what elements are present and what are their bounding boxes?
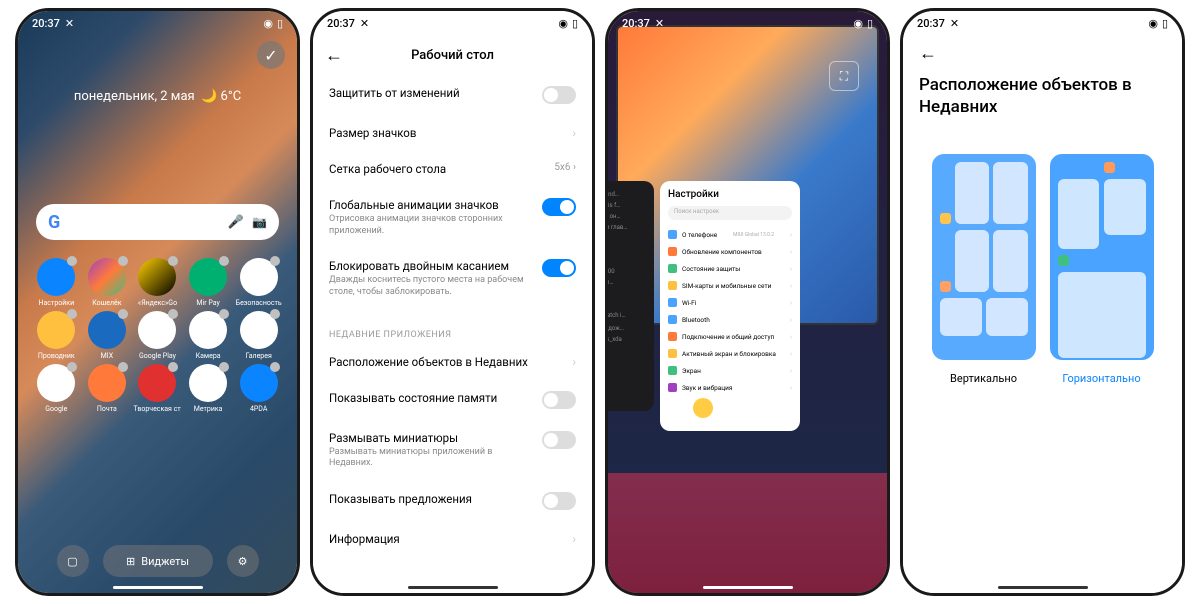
phone-home: 20:37 ✕ ◉ ▯ ✓ понедельник, 2 мая 🌙 6°C G 🎤…: [15, 8, 300, 596]
setting-Защитить от изменений[interactable]: Защитить от изменений: [329, 75, 576, 115]
settings-row[interactable]: Активный экран и блокировка›: [668, 345, 792, 362]
status-time: 20:37: [917, 17, 945, 30]
phone-recents-layout: 20:37 ✕ ◉ ▯ ← Расположение объектов в Неда…: [900, 8, 1185, 596]
status-time: 20:37: [622, 17, 650, 30]
layout-options: Вертикально Горизонтально: [903, 126, 1182, 413]
dock: ▢ ⊞Виджеты ⚙: [18, 545, 297, 577]
option-vertical[interactable]: Вертикально: [932, 154, 1036, 385]
dnd-icon: ✕: [360, 17, 369, 30]
settings-button[interactable]: ⚙: [227, 545, 259, 577]
app-Настройки[interactable]: Настройки: [32, 258, 81, 307]
settings-row[interactable]: Обновление компонентов›: [668, 243, 792, 260]
setting-Информация[interactable]: Информация›: [329, 521, 576, 557]
expand-button[interactable]: ⛶: [829, 61, 859, 91]
settings-row[interactable]: Состояние защиты›: [668, 260, 792, 277]
signal-icon: ▯: [1162, 17, 1168, 30]
signal-icon: ▯: [867, 17, 873, 30]
google-logo: G: [48, 212, 60, 233]
lens-icon[interactable]: 📷: [252, 215, 267, 229]
option-label: Горизонтально: [1062, 372, 1140, 385]
option-label: Вертикально: [950, 372, 1017, 385]
section-header: НЕДАВНИЕ ПРИЛОЖЕНИЯ: [329, 322, 576, 344]
phone-recents: 20:37 ✕ ◉ ▯ ⛶ MIUI Mockup/Sound…aremations…: [605, 8, 890, 596]
signal-icon: ▯: [277, 17, 283, 30]
mic-icon[interactable]: 🎤: [228, 215, 244, 230]
status-bar: 20:37 ✕ ◉ ▯: [18, 11, 297, 35]
settings-row[interactable]: Подключение и общий доступ›: [668, 328, 792, 345]
status-bar: 20:37 ✕ ◉ ▯: [313, 11, 592, 35]
option-horizontal[interactable]: Горизонтально: [1050, 154, 1154, 385]
page-title: Расположение объектов в Недавних: [919, 74, 1166, 118]
app-Почта[interactable]: Почта: [83, 364, 132, 413]
settings-row[interactable]: О телефонеMIUI Global 13.0.2›: [668, 226, 792, 243]
settings-row[interactable]: SIM-карты и мобильные сети›: [668, 277, 792, 294]
dnd-icon: ✕: [65, 17, 74, 30]
app-Mir Pay[interactable]: Mir Pay: [184, 258, 233, 307]
app-Кошелёк[interactable]: Кошелёк: [83, 258, 132, 307]
camera-icon: ◉: [853, 17, 863, 30]
setting-Размывать миниатюры[interactable]: Размывать миниатюрыРазмывать миниатюры п…: [329, 420, 576, 481]
card-search: Поиск настроек: [668, 206, 792, 220]
app-Камера[interactable]: Камера: [184, 311, 233, 360]
settings-row[interactable]: Звук и вибрация›: [668, 379, 792, 396]
card-title: Настройки: [668, 189, 792, 200]
nav-indicator[interactable]: [703, 586, 793, 589]
settings-row[interactable]: Bluetooth›: [668, 311, 792, 328]
page-title: Рабочий стол: [325, 48, 580, 63]
phone-settings: 20:37✕ ◉▯ ← Рабочий стол Защитить от изм…: [310, 8, 595, 596]
camera-icon: ◉: [558, 17, 568, 30]
app-grid: НастройкиКошелёк«Яндекс»GoMir PayБезопас…: [18, 258, 297, 413]
nav-indicator[interactable]: [113, 586, 203, 589]
settings-row[interactable]: Экран›: [668, 362, 792, 379]
recent-apps: MIUI Mockup/Sound…aremations use this f……: [608, 181, 887, 431]
back-button[interactable]: ←: [919, 43, 1166, 64]
app-Метрика[interactable]: Метрика: [184, 364, 233, 413]
setting-Показывать предложения[interactable]: Показывать предложения: [329, 481, 576, 521]
signal-icon: ▯: [572, 17, 578, 30]
date-widget[interactable]: понедельник, 2 мая 🌙 6°C: [18, 89, 297, 104]
setting-Глобальные анимации значков[interactable]: Глобальные анимации значковОтрисовка ани…: [329, 187, 576, 248]
confirm-button[interactable]: ✓: [257, 41, 285, 69]
setting-Расположение объектов в Недавних[interactable]: Расположение объектов в Недавних›: [329, 344, 576, 380]
status-bar: 20:37 ✕ ◉ ▯: [608, 11, 887, 35]
app-Галерея[interactable]: Галерея: [234, 311, 283, 360]
app-Творческая студия YouTu…[interactable]: Творческая студия YouTu…: [133, 364, 182, 413]
setting-Блокировать двойным касанием[interactable]: Блокировать двойным касаниемДважды косни…: [329, 248, 576, 309]
app-«Яндекс»Go[interactable]: «Яндекс»Go: [133, 258, 182, 307]
toggle[interactable]: [542, 391, 576, 409]
status-time: 20:37: [32, 17, 60, 30]
status-bar: 20:37 ✕ ◉ ▯: [903, 11, 1182, 35]
camera-icon: ◉: [263, 17, 273, 30]
app-4PDA[interactable]: 4PDA: [234, 364, 283, 413]
status-time: 20:37: [327, 17, 355, 30]
recent-card-chat[interactable]: MIUI Mockup/Sound…aremations use this f……: [605, 181, 654, 411]
edit-fab[interactable]: [693, 398, 713, 418]
toggle[interactable]: [542, 431, 576, 449]
app-Безопасность[interactable]: Безопасность: [234, 258, 283, 307]
settings-list: Защитить от измененийРазмер значков›Сетк…: [313, 75, 592, 593]
toggle[interactable]: [542, 86, 576, 104]
app-Google Play[interactable]: Google Play: [133, 311, 182, 360]
search-bar[interactable]: G 🎤 📷: [36, 204, 279, 240]
setting-Сетка рабочего стола[interactable]: Сетка рабочего стола5x6 ›: [329, 151, 576, 187]
setting-Размер значков[interactable]: Размер значков›: [329, 115, 576, 151]
app-Google[interactable]: Google: [32, 364, 81, 413]
settings-row[interactable]: Wi-Fi›: [668, 294, 792, 311]
camera-icon: ◉: [1148, 17, 1158, 30]
keyboard-area: [608, 473, 887, 593]
app-Проводник[interactable]: Проводник: [32, 311, 81, 360]
toggle[interactable]: [542, 492, 576, 510]
setting-Показывать состояние памяти[interactable]: Показывать состояние памяти: [329, 380, 576, 420]
widgets-button[interactable]: ⊞Виджеты: [103, 545, 213, 577]
toggle[interactable]: [542, 198, 576, 216]
nav-indicator[interactable]: [998, 586, 1088, 589]
app-MIX[interactable]: MIX: [83, 311, 132, 360]
wallpaper-button[interactable]: ▢: [57, 545, 89, 577]
dnd-icon: ✕: [655, 17, 664, 30]
nav-indicator[interactable]: [408, 586, 498, 589]
toggle[interactable]: [542, 259, 576, 277]
recent-card-settings[interactable]: Настройки Поиск настроек О телефонеMIUI …: [660, 181, 800, 431]
dnd-icon: ✕: [950, 17, 959, 30]
